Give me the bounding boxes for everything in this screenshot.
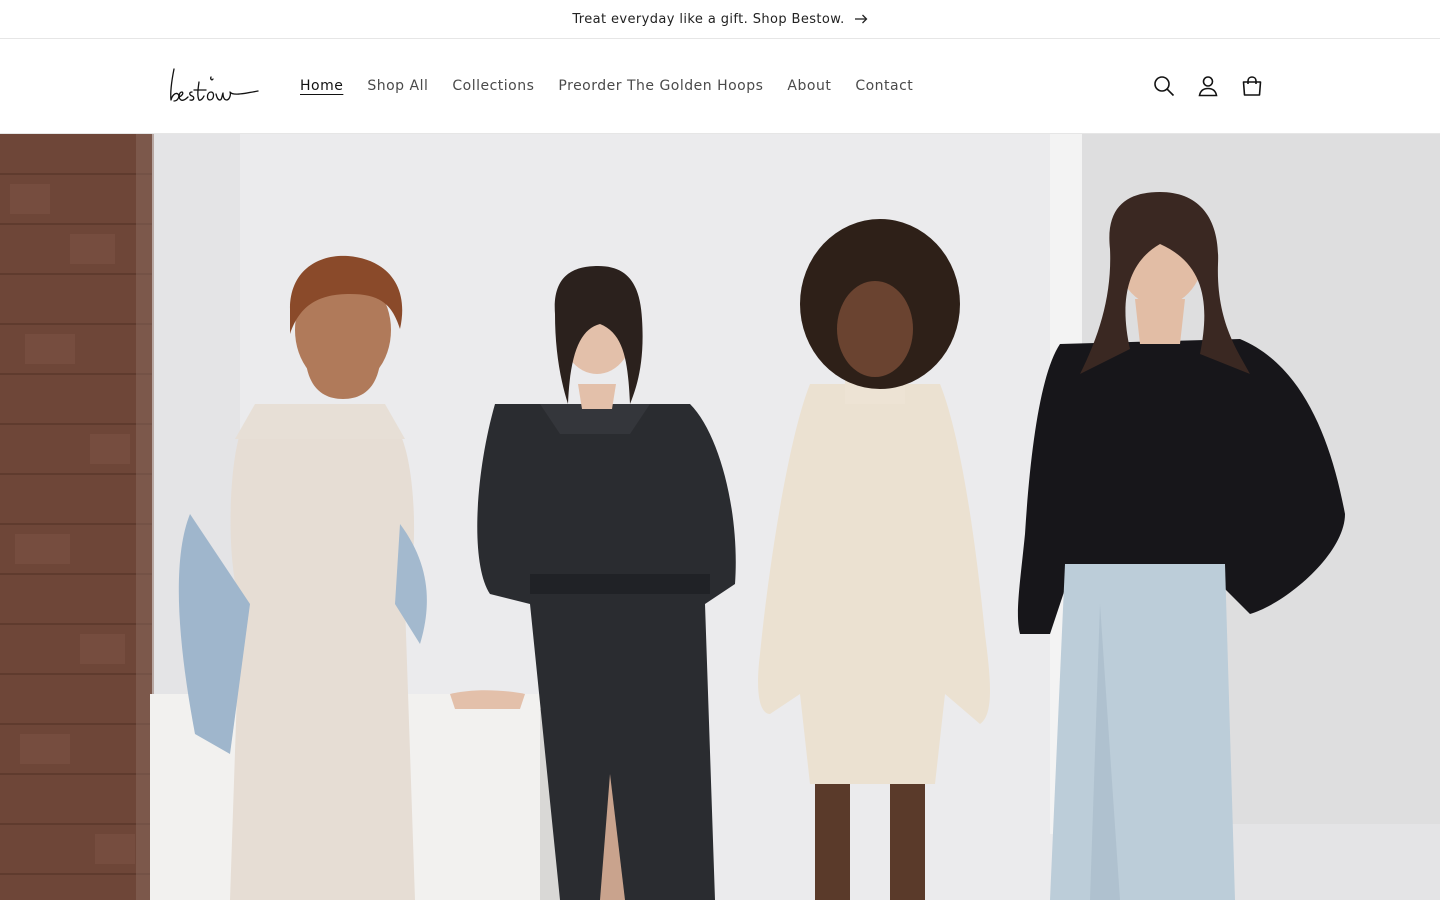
nav-collections[interactable]: Collections (440, 39, 546, 134)
main-nav: Home Shop All Collections Preorder The G… (288, 39, 925, 134)
nav-preorder-golden-hoops[interactable]: Preorder The Golden Hoops (546, 39, 775, 134)
site-header: Home Shop All Collections Preorder The G… (0, 39, 1440, 134)
nav-contact[interactable]: Contact (843, 39, 925, 134)
arrow-right-icon (854, 14, 868, 24)
announcement-text: Treat everyday like a gift. Shop Bestow. (572, 11, 845, 27)
hero-banner[interactable] (0, 134, 1440, 900)
hero-image (0, 134, 1440, 900)
cart-icon[interactable] (1230, 64, 1274, 108)
brand-logo[interactable] (166, 63, 264, 111)
nav-home[interactable]: Home (288, 39, 355, 134)
account-icon[interactable] (1186, 64, 1230, 108)
search-icon[interactable] (1142, 64, 1186, 108)
nav-about[interactable]: About (775, 39, 843, 134)
header-icons (1142, 64, 1274, 108)
nav-shop-all[interactable]: Shop All (355, 39, 440, 134)
announcement-bar[interactable]: Treat everyday like a gift. Shop Bestow. (0, 0, 1440, 39)
